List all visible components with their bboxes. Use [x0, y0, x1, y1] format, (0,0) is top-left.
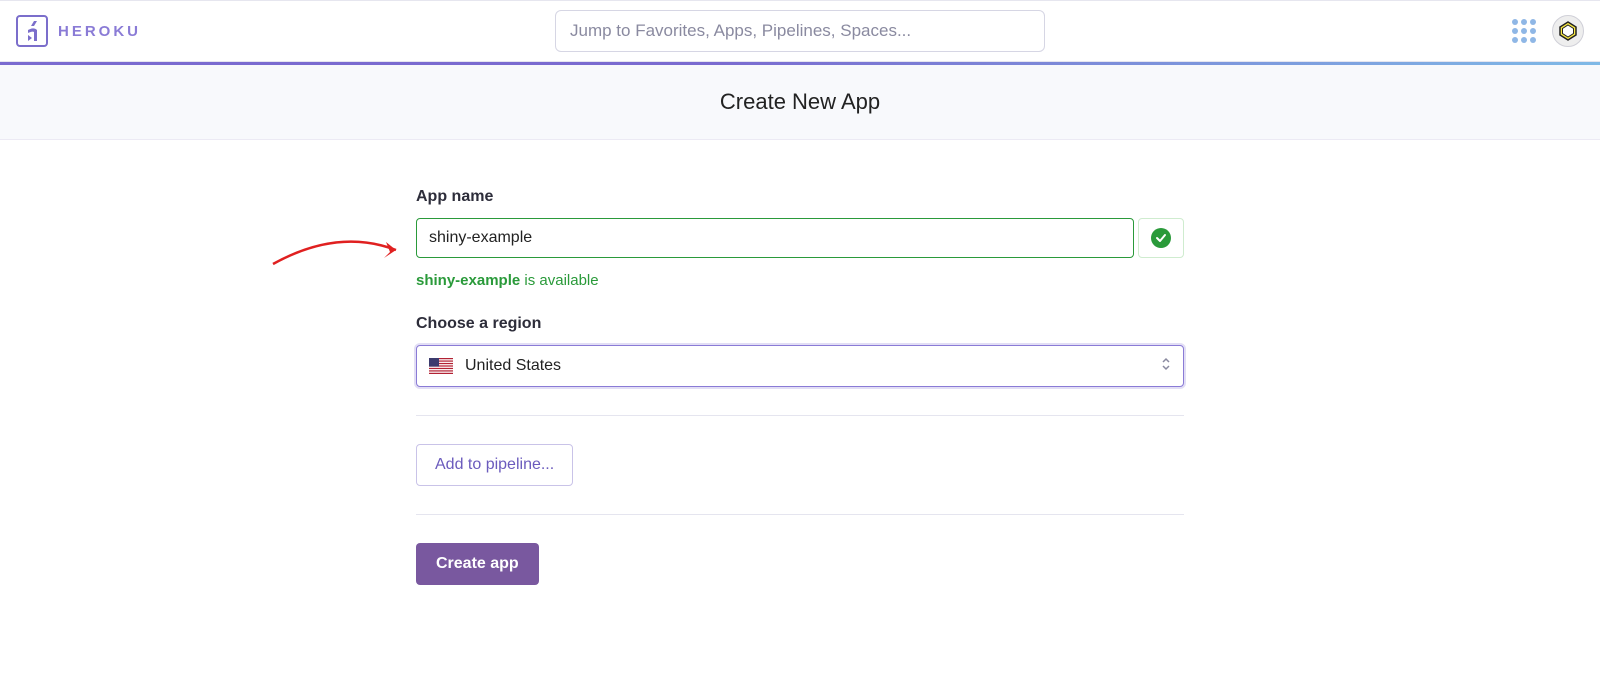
search-input[interactable] [555, 10, 1045, 52]
top-nav: HEROKU [0, 0, 1600, 62]
search-wrap [555, 10, 1045, 52]
availability-indicator [1138, 218, 1184, 258]
brand[interactable]: HEROKU [16, 15, 141, 47]
divider [416, 415, 1184, 416]
nav-right [1512, 15, 1584, 47]
page-header: Create New App [0, 65, 1600, 140]
region-label: Choose a region [416, 315, 1184, 333]
create-app-button[interactable]: Create app [416, 543, 539, 585]
create-app-form: App name shiny-example is available Choo… [408, 188, 1192, 585]
divider [416, 514, 1184, 515]
avatar[interactable] [1552, 15, 1584, 47]
region-select[interactable]: United States [416, 345, 1184, 387]
region-value: United States [465, 357, 561, 375]
annotation-arrow-icon [268, 234, 408, 274]
region-block: Choose a region United States [416, 315, 1184, 387]
app-name-label: App name [416, 188, 1184, 206]
us-flag-icon [429, 358, 453, 374]
sort-caret-icon [1161, 357, 1171, 376]
heroku-logo-icon [16, 15, 48, 47]
availability-name: shiny-example [416, 272, 520, 289]
page-title: Create New App [0, 89, 1600, 115]
checkmark-icon [1151, 228, 1171, 248]
add-to-pipeline-button[interactable]: Add to pipeline... [416, 444, 573, 486]
apps-grid-icon[interactable] [1512, 19, 1536, 43]
app-name-row [416, 218, 1184, 258]
availability-text: is available [520, 272, 598, 289]
brand-name: HEROKU [58, 23, 141, 40]
app-name-input[interactable] [416, 218, 1134, 258]
availability-message: shiny-example is available [416, 272, 1184, 289]
